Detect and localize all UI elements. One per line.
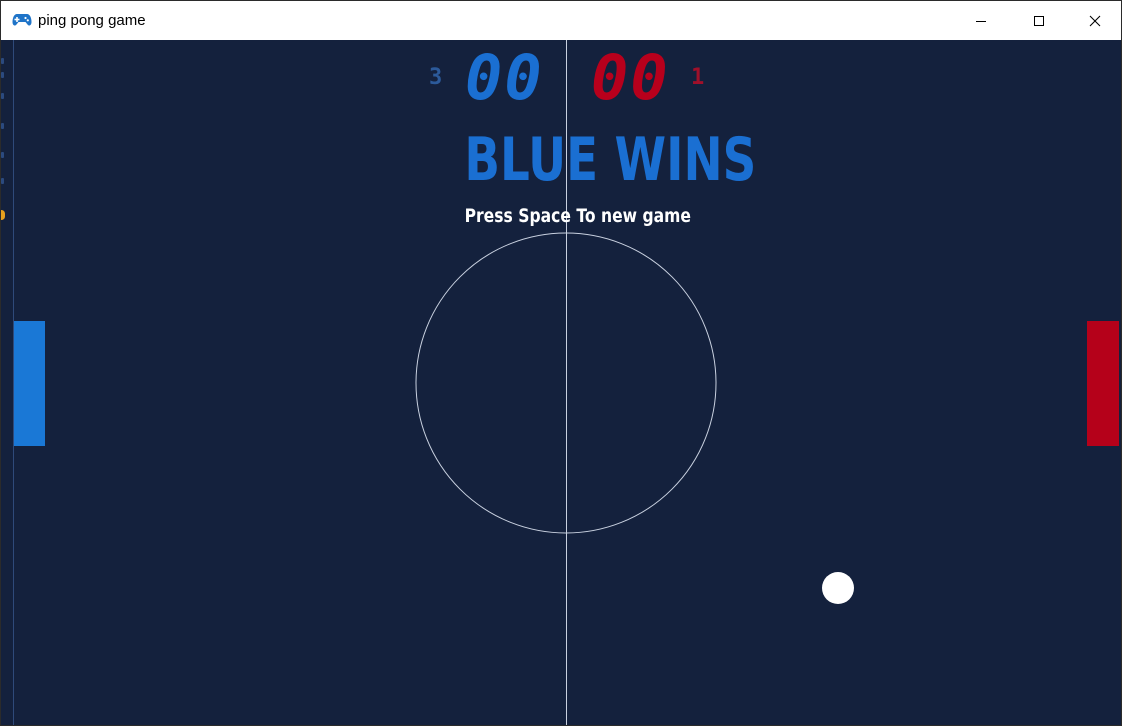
game-canvas[interactable]: 3 00 00 1 BLUE WINS Press Space To new g… [1,40,1121,725]
ball [822,572,854,604]
winner-banner: BLUE WINS [464,125,757,195]
blue-score: 00 [465,41,544,114]
blue-paddle [14,321,45,446]
maximize-icon [1034,15,1044,26]
game-window: ping pong game 3 00 00 1 BLUE WINS Press… [0,0,1122,726]
window-title: ping pong game [38,12,146,29]
maximize-button[interactable] [1010,1,1068,40]
red-score: 00 [591,41,670,114]
minimize-button[interactable] [952,1,1010,40]
red-paddle [1087,321,1119,446]
gamepad-icon [12,14,32,26]
new-game-prompt: Press Space To new game [464,205,691,227]
blue-rounds-won: 3 [429,65,443,90]
close-icon [1089,15,1101,26]
close-button[interactable] [1067,1,1121,40]
red-rounds-won: 1 [691,65,705,90]
title-bar[interactable]: ping pong game [1,1,1121,40]
minimize-icon [976,20,986,22]
